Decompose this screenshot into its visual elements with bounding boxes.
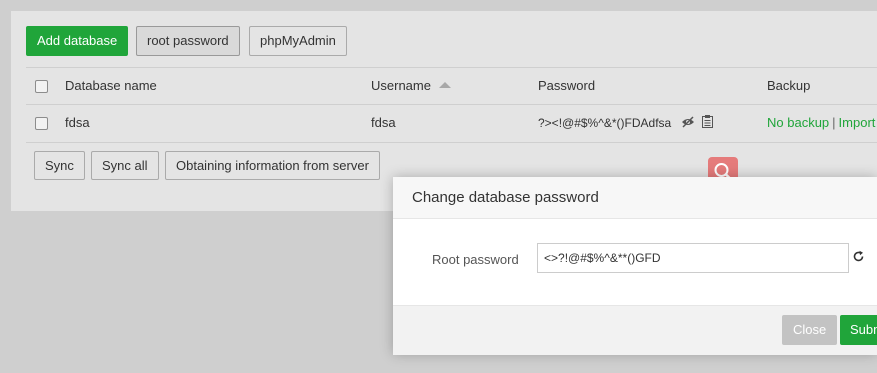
root-password-button[interactable]: root password <box>136 26 240 56</box>
password-value: ?><!@#$%^&*()FDAdfsa <box>538 116 672 130</box>
eye-icon[interactable] <box>681 106 695 142</box>
submit-button[interactable]: Submit <box>840 315 877 345</box>
phpmyadmin-button[interactable]: phpMyAdmin <box>249 26 347 56</box>
column-username-label: Username <box>371 78 431 93</box>
column-username[interactable]: Username <box>371 68 451 104</box>
backup-separator: | <box>832 115 836 130</box>
username-cell: fdsa <box>371 115 396 130</box>
sort-up-icon[interactable] <box>438 82 451 88</box>
table-header: Database name Username Password Backup <box>26 68 877 105</box>
sync-button[interactable]: Sync <box>34 151 85 180</box>
copy-icon[interactable] <box>701 106 713 142</box>
dialog-title: Change database password <box>393 177 877 219</box>
select-all-checkbox[interactable] <box>35 80 48 93</box>
root-password-label: Root password <box>432 252 519 267</box>
column-password: Password <box>538 78 596 93</box>
no-backup-link[interactable]: No backup <box>767 115 829 130</box>
password-cell: ?><!@#$%^&*()FDAdfsa <box>538 105 713 142</box>
refresh-icon[interactable] <box>852 250 865 266</box>
column-backup: Backup <box>767 78 811 93</box>
backup-cell: No backup | Import <box>767 105 875 141</box>
database-name-cell[interactable]: fdsa <box>65 105 90 141</box>
column-database-name[interactable]: Database name <box>65 68 157 104</box>
root-password-input[interactable] <box>537 243 849 273</box>
database-table: Database name Username Password Backup f… <box>26 67 877 143</box>
close-button[interactable]: Close <box>782 315 838 345</box>
dialog-footer: Close Submit <box>393 305 877 355</box>
table-row: fdsa fdsa ?><!@#$%^&*()FDAdfsa No backup… <box>26 105 877 141</box>
obtain-from-server-button[interactable]: Obtaining information from server <box>165 151 380 180</box>
sync-all-button[interactable]: Sync all <box>91 151 159 180</box>
row-checkbox[interactable] <box>35 117 48 130</box>
import-link[interactable]: Import <box>839 115 876 130</box>
change-password-dialog: Change database password Root password C… <box>393 177 877 355</box>
add-database-button[interactable]: Add database <box>26 26 129 56</box>
